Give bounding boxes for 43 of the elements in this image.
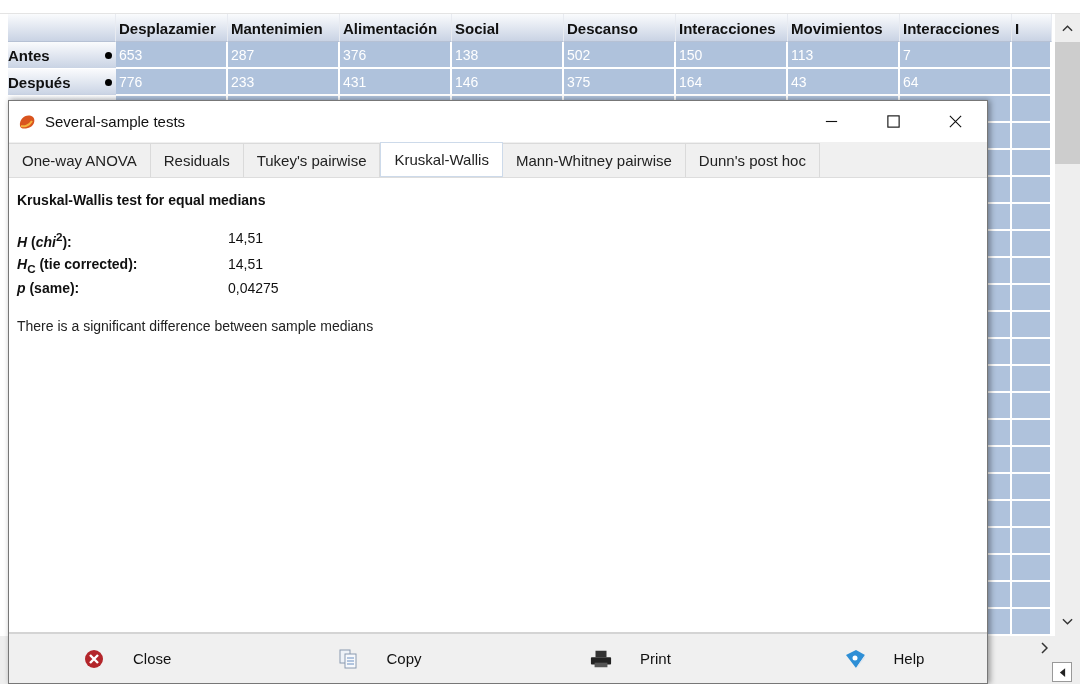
column-header[interactable]: Desplazamier	[116, 14, 228, 42]
table-cell: 146	[452, 69, 564, 96]
table-cell: 138	[452, 42, 564, 69]
table-cell: 164	[676, 69, 788, 96]
table-cell: 502	[564, 42, 676, 69]
column-header[interactable]: Descanso	[564, 14, 676, 42]
column-header[interactable]: Alimentación	[340, 14, 452, 42]
table-cell: 7	[900, 42, 1012, 69]
table-cell: 64	[900, 69, 1012, 96]
result-value: 0,04275	[228, 280, 280, 297]
table-cell: 43	[788, 69, 900, 96]
tab[interactable]: One-way ANOVA	[9, 143, 151, 177]
section-heading: Kruskal-Wallis test for equal medians	[17, 192, 267, 208]
table-cell: 287	[228, 42, 340, 69]
column-header[interactable]: I	[1012, 14, 1052, 42]
column-header[interactable]: Social	[452, 14, 564, 42]
tab[interactable]: Kruskal-Wallis	[380, 142, 503, 177]
result-label: p (same):	[17, 280, 81, 297]
table-cell: 113	[788, 42, 900, 69]
result-label: H (chi$^{2}$):	[17, 230, 73, 250]
table-cell: 375	[564, 69, 676, 96]
table-cell: 431	[340, 69, 452, 96]
row-header[interactable]: Antes	[8, 42, 116, 69]
column-header[interactable]: Interacciones	[900, 14, 1012, 42]
result-value: 14,51	[228, 255, 265, 274]
row-label: Antes	[8, 46, 50, 64]
row-label: Después	[8, 73, 71, 91]
column-header[interactable]: Movimientos	[788, 14, 900, 42]
tab[interactable]: Mann-Whitney pairwise	[502, 143, 686, 177]
tab[interactable]: Residuals	[150, 143, 244, 177]
table-cell: 776	[116, 69, 228, 96]
result-label: H$_{C}$ (tie corrected):	[17, 255, 139, 275]
table-cell: 150	[676, 42, 788, 69]
column-header[interactable]: Mantenimien	[228, 14, 340, 42]
row-header[interactable]: Después	[8, 69, 116, 96]
table-cell: 653	[116, 42, 228, 69]
column-header[interactable]: Interacciones	[676, 14, 788, 42]
window-title: Several-sample tests	[45, 113, 186, 130]
conclusion-text: There is a significant difference between sample medians	[17, 318, 375, 335]
table-cell: 376	[340, 42, 452, 69]
tab[interactable]: Dunn's post hoc	[685, 143, 820, 177]
result-value: 14,51	[228, 230, 265, 248]
table-cell: 233	[228, 69, 340, 96]
